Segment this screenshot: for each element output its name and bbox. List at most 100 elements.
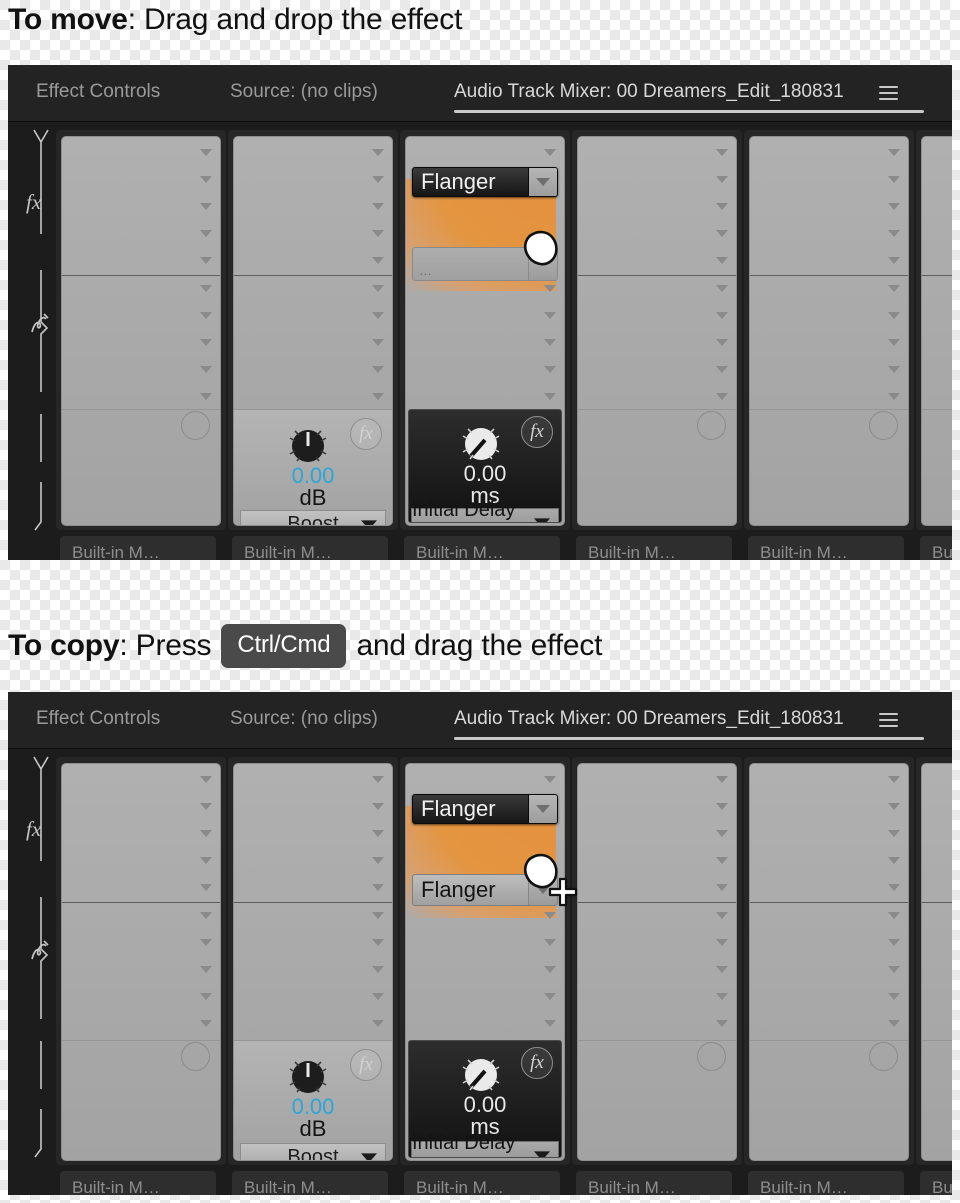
send-slot-arrow[interactable] <box>372 339 384 346</box>
fx-slot-arrow[interactable] <box>372 257 384 264</box>
send-slot-arrow[interactable] <box>716 339 728 346</box>
tab-audio-track-mixer[interactable]: Audio Track Mixer: 00 Dreamers_Edit_1808… <box>454 708 844 730</box>
device-dropdown-4[interactable]: Built-in M… <box>576 1171 732 1195</box>
send-slot-arrow[interactable] <box>544 366 556 373</box>
fx-slot-arrow[interactable] <box>200 830 212 837</box>
channel-strip-5[interactable]: Built-in M… <box>744 757 914 1195</box>
fx-slot-arrow[interactable] <box>716 230 728 237</box>
fx-slot-arrow[interactable] <box>888 803 900 810</box>
fx-slot-arrow[interactable] <box>372 884 384 891</box>
send-slot-arrow[interactable] <box>888 312 900 319</box>
send-slot-arrow[interactable] <box>200 366 212 373</box>
send-slot-arrow[interactable] <box>372 393 384 400</box>
channel-strip-2[interactable]: fx 0.00 dB Boost Built-in M… <box>228 130 398 560</box>
param-dropdown-boost[interactable]: Boost <box>240 1143 386 1160</box>
send-slot-arrow[interactable] <box>888 912 900 919</box>
send-slot-arrow[interactable] <box>888 1020 900 1027</box>
send-slot-arrow[interactable] <box>544 285 556 292</box>
device-dropdown-3[interactable]: Built-in M… <box>404 1171 560 1195</box>
fx-slot-arrow[interactable] <box>544 149 556 156</box>
channel-strip-2[interactable]: fx 0.00 dB Boost Built-in M… <box>228 757 398 1195</box>
send-slot-arrow[interactable] <box>372 312 384 319</box>
fx-slot-arrow[interactable] <box>716 884 728 891</box>
send-slot-arrow[interactable] <box>716 393 728 400</box>
device-dropdown-5[interactable]: Built-in M… <box>748 536 904 560</box>
send-slot-arrow[interactable] <box>372 993 384 1000</box>
fx-slot-arrow[interactable] <box>716 257 728 264</box>
panel-menu-icon[interactable] <box>879 713 898 727</box>
send-slot-arrow[interactable] <box>716 939 728 946</box>
pan-knob[interactable] <box>181 411 210 440</box>
device-dropdown-2[interactable]: Built-in M… <box>232 536 388 560</box>
device-dropdown-4[interactable]: Built-in M… <box>576 536 732 560</box>
send-slot-arrow[interactable] <box>716 312 728 319</box>
fx-slot-arrow[interactable] <box>544 776 556 783</box>
fx-slot-arrow[interactable] <box>716 857 728 864</box>
channel-strip-5[interactable]: Built-in M… <box>744 130 914 560</box>
effect-chip-dropdown[interactable] <box>528 168 557 196</box>
fx-slot-arrow[interactable] <box>716 803 728 810</box>
device-dropdown-5[interactable]: Built-in M… <box>748 1171 904 1195</box>
send-slot-arrow[interactable] <box>200 1020 212 1027</box>
send-slot-arrow[interactable] <box>716 366 728 373</box>
send-slot-arrow[interactable] <box>888 966 900 973</box>
fx-slot-arrow[interactable] <box>888 257 900 264</box>
send-slot-arrow[interactable] <box>716 285 728 292</box>
fx-slot-arrow[interactable] <box>544 912 556 919</box>
send-slot-arrow[interactable] <box>372 966 384 973</box>
fx-slot-arrow[interactable] <box>372 149 384 156</box>
send-slot-arrow[interactable] <box>372 1020 384 1027</box>
effect-chip-dropdown[interactable] <box>528 795 557 823</box>
fx-slot-arrow[interactable] <box>372 857 384 864</box>
fx-badge-dark[interactable]: fx <box>521 416 553 448</box>
send-slot-arrow[interactable] <box>544 966 556 973</box>
send-slot-arrow[interactable] <box>544 1020 556 1027</box>
send-slot-arrow[interactable] <box>716 966 728 973</box>
channel-strip-3[interactable]: Flanger … fx 0.00 ms Initial Delay Built… <box>400 130 570 560</box>
device-dropdown-2[interactable]: Built-in M… <box>232 1171 388 1195</box>
channel-strip-4[interactable]: Built-in M… <box>572 130 742 560</box>
fx-slot-arrow[interactable] <box>888 857 900 864</box>
fx-slot-arrow[interactable] <box>888 884 900 891</box>
tab-source[interactable]: Source: (no clips) <box>230 708 378 730</box>
tab-audio-track-mixer[interactable]: Audio Track Mixer: 00 Dreamers_Edit_1808… <box>454 81 844 103</box>
fx-slot-arrow[interactable] <box>716 203 728 210</box>
send-slot-arrow[interactable] <box>200 912 212 919</box>
device-dropdown-1[interactable]: Built-in M… <box>60 1171 216 1195</box>
send-slot-arrow[interactable] <box>888 366 900 373</box>
fx-slot-arrow[interactable] <box>200 176 212 183</box>
device-dropdown-1[interactable]: Built-in M… <box>60 536 216 560</box>
param-dropdown-initial-delay[interactable]: Initial Delay Time <box>411 1132 559 1157</box>
fx-slot-arrow[interactable] <box>200 149 212 156</box>
device-dropdown-6[interactable]: Bui <box>920 536 952 560</box>
fx-slot-arrow[interactable] <box>200 857 212 864</box>
pan-knob[interactable] <box>869 411 898 440</box>
pan-knob[interactable] <box>697 411 726 440</box>
fx-slot-arrow[interactable] <box>200 776 212 783</box>
send-slot-arrow[interactable] <box>888 339 900 346</box>
send-slot-arrow[interactable] <box>200 285 212 292</box>
panel-menu-icon[interactable] <box>879 86 898 100</box>
send-slot-arrow[interactable] <box>888 393 900 400</box>
pan-knob[interactable] <box>181 1042 210 1071</box>
send-slot-arrow[interactable] <box>544 393 556 400</box>
channel-strip-6[interactable]: Bui <box>916 130 952 560</box>
fx-slot-arrow[interactable] <box>888 776 900 783</box>
send-slot-arrow[interactable] <box>372 366 384 373</box>
fx-slot-arrow[interactable] <box>200 230 212 237</box>
dragged-effect-chip[interactable]: Flanger <box>412 794 558 824</box>
fx-badge-light[interactable]: fx <box>350 1049 382 1081</box>
fx-slot-arrow[interactable] <box>888 149 900 156</box>
send-slot-arrow[interactable] <box>716 993 728 1000</box>
fx-slot-arrow[interactable] <box>200 884 212 891</box>
send-slot-arrow[interactable] <box>888 285 900 292</box>
param-dropdown-boost[interactable]: Boost <box>240 510 386 525</box>
fx-slot-arrow[interactable] <box>372 803 384 810</box>
channel-strip-3[interactable]: Flanger Flanger fx 0.00 ms Initial Delay… <box>400 757 570 1195</box>
channel-strip-6[interactable]: Bui <box>916 757 952 1195</box>
channel-strip-1[interactable]: Built-in M… <box>56 757 226 1195</box>
send-slot-arrow[interactable] <box>544 993 556 1000</box>
device-dropdown-3[interactable]: Built-in M… <box>404 536 560 560</box>
pan-knob[interactable] <box>697 1042 726 1071</box>
channel-strip-4[interactable]: Built-in M… <box>572 757 742 1195</box>
